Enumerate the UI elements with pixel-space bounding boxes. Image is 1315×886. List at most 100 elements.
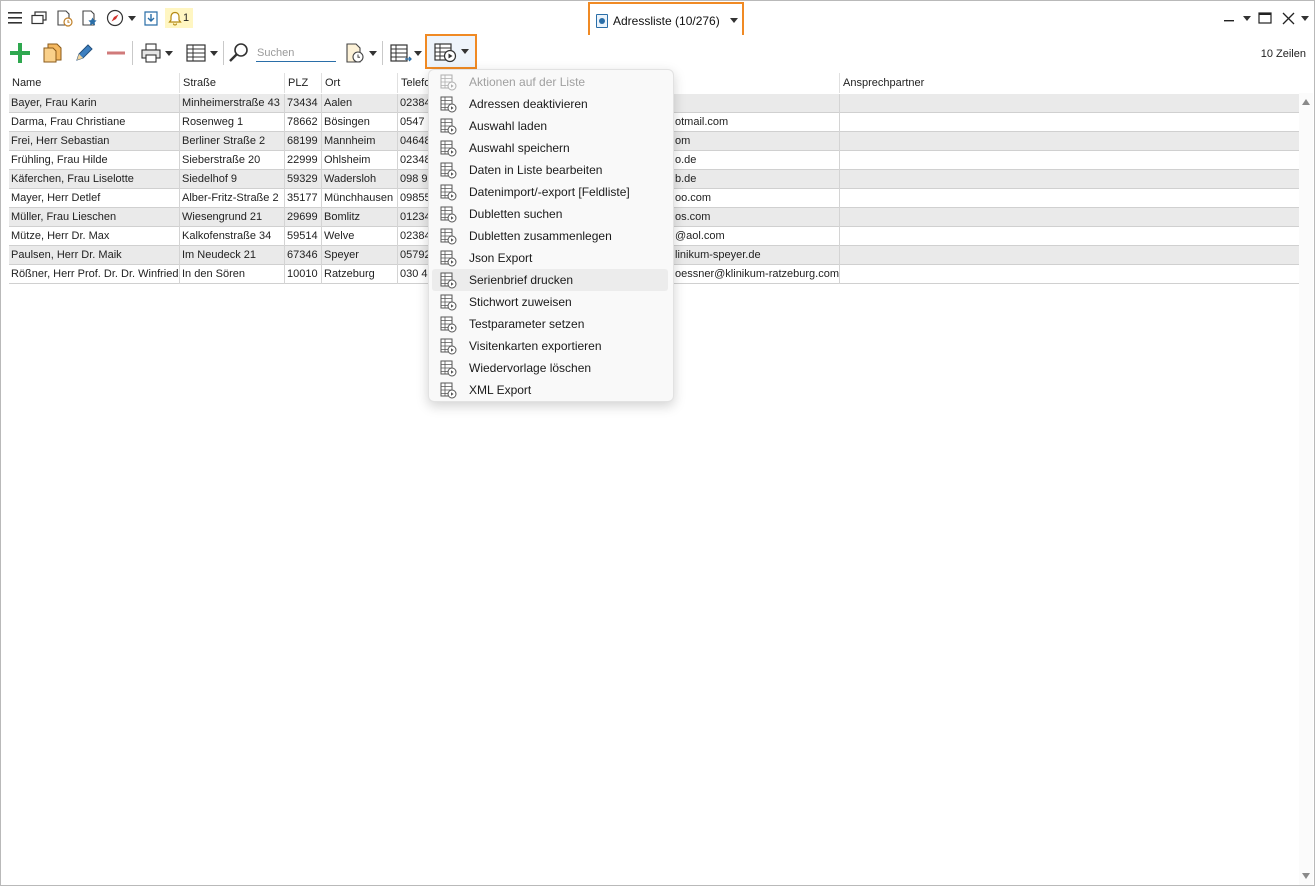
minimize-button[interactable]	[1224, 7, 1234, 25]
cell-strasse: Alber-Fritz-Straße 2	[180, 189, 285, 208]
cell-ort: Ratzeburg	[322, 265, 398, 284]
table-action-icon	[440, 272, 457, 289]
menu-item-aktionen-auf-der-liste: Aktionen auf der Liste	[432, 71, 668, 93]
copy-button[interactable]	[39, 40, 65, 66]
address-list-icon	[596, 13, 608, 28]
chevron-down-icon	[729, 18, 738, 23]
menu-item-wiedervorlage-loeschen[interactable]: Wiedervorlage löschen	[432, 357, 668, 379]
recent-documents-icon[interactable]	[55, 9, 73, 27]
table-action-icon	[440, 140, 457, 157]
menu-item-xml-export[interactable]: XML Export	[432, 379, 668, 401]
menu-item-dubletten-zusammenlegen[interactable]: Dubletten zusammenlegen	[432, 225, 668, 247]
cell-ansprechpartner	[840, 113, 1299, 132]
cell-ort: Aalen	[322, 94, 398, 113]
edit-button[interactable]	[71, 40, 97, 66]
menu-item-label: Adressen deaktivieren	[469, 97, 588, 111]
cell-ort: Mannheim	[322, 132, 398, 151]
cell-ort: Welve	[322, 227, 398, 246]
list-selector-dropdown[interactable]: Adressliste (10/276)	[588, 2, 744, 39]
cell-ansprechpartner	[840, 94, 1299, 113]
menu-item-adressen-deaktivieren[interactable]: Adressen deaktivieren	[432, 93, 668, 115]
table-export-icon	[389, 44, 412, 62]
columns-dropdown-caret	[209, 50, 218, 56]
scroll-down-arrow-icon[interactable]	[1302, 873, 1310, 879]
cell-strasse: Wiesengrund 21	[180, 208, 285, 227]
menu-item-label: Datenimport/-export [Feldliste]	[469, 185, 630, 199]
cell-name: Bayer, Frau Karin	[9, 94, 180, 113]
maximize-button[interactable]	[1258, 9, 1272, 27]
close-icon	[1282, 12, 1295, 24]
menu-item-label: Stichwort zuweisen	[469, 295, 572, 309]
hamburger-menu-icon[interactable]	[6, 9, 24, 27]
printer-icon	[140, 43, 161, 63]
cell-ansprechpartner	[840, 170, 1299, 189]
column-header-strasse[interactable]: Straße	[180, 73, 285, 93]
reminder-button[interactable]	[341, 40, 379, 66]
menu-item-datenimport-export[interactable]: Datenimport/-export [Feldliste]	[432, 181, 668, 203]
cell-name: Frühling, Frau Hilde	[9, 151, 180, 170]
column-header-ort[interactable]: Ort	[322, 73, 398, 93]
window-title: Adressliste (10/276)	[613, 13, 720, 28]
export-list-button[interactable]	[387, 40, 423, 66]
cell-name: Paulsen, Herr Dr. Maik	[9, 246, 180, 265]
menu-item-testparameter-setzen[interactable]: Testparameter setzen	[432, 313, 668, 335]
cell-plz: 59329	[285, 170, 322, 189]
cell-ort: Bomlitz	[322, 208, 398, 227]
column-header-plz[interactable]: PLZ	[285, 73, 322, 93]
notifications-button[interactable]: 1	[165, 8, 193, 28]
toolbar	[1, 35, 1314, 71]
bookmark-download-icon[interactable]	[142, 9, 160, 27]
notification-count: 1	[183, 12, 190, 24]
menu-item-visitenkarten-exportieren[interactable]: Visitenkarten exportieren	[432, 335, 668, 357]
list-actions-button[interactable]	[425, 34, 477, 69]
cell-email: otmail.com	[671, 113, 840, 132]
cell-strasse: In den Sören	[180, 265, 285, 284]
cell-ansprechpartner	[840, 189, 1299, 208]
add-button[interactable]	[7, 40, 33, 66]
favorites-icon[interactable]	[80, 9, 98, 27]
menu-item-label: Dubletten zusammenlegen	[469, 229, 612, 243]
menu-item-serienbrief-drucken[interactable]: Serienbrief drucken	[432, 269, 668, 291]
vertical-scrollbar[interactable]	[1299, 93, 1313, 885]
print-button[interactable]	[137, 40, 175, 66]
cell-plz: 59514	[285, 227, 322, 246]
column-header-name[interactable]: Name	[9, 73, 180, 93]
cell-ort: Münchhausen	[322, 189, 398, 208]
table-action-icon	[440, 382, 457, 399]
remove-button[interactable]	[103, 40, 129, 66]
menu-item-daten-in-liste-bearbeiten[interactable]: Daten in Liste bearbeiten	[432, 159, 668, 181]
menu-item-stichwort-zuweisen[interactable]: Stichwort zuweisen	[432, 291, 668, 313]
cell-strasse: Siedelhof 9	[180, 170, 285, 189]
navigation-compass-icon[interactable]	[106, 9, 124, 27]
title-overflow-caret[interactable]	[1301, 9, 1309, 27]
navigation-dropdown-caret[interactable]	[128, 16, 136, 21]
menu-item-label: Json Export	[469, 251, 533, 265]
cell-email: linikum-speyer.de	[671, 246, 840, 265]
cell-name: Mütze, Herr Dr. Max	[9, 227, 180, 246]
menu-item-auswahl-laden[interactable]: Auswahl laden	[432, 115, 668, 137]
menu-item-auswahl-speichern[interactable]: Auswahl speichern	[432, 137, 668, 159]
close-button[interactable]	[1282, 9, 1295, 27]
cell-name: Darma, Frau Christiane	[9, 113, 180, 132]
cell-plz: 29699	[285, 208, 322, 227]
cell-plz: 10010	[285, 265, 322, 284]
cell-plz: 68199	[285, 132, 322, 151]
cell-ansprechpartner	[840, 151, 1299, 170]
windows-icon[interactable]	[30, 9, 48, 27]
search-input[interactable]	[256, 45, 336, 62]
cell-ansprechpartner	[840, 208, 1299, 227]
search-button[interactable]	[227, 40, 251, 66]
cell-email: om	[671, 132, 840, 151]
column-header-ansprechpartner[interactable]: Ansprechpartner	[840, 73, 1299, 93]
plus-icon	[10, 43, 30, 63]
print-dropdown-caret	[164, 50, 173, 56]
window-menu-caret[interactable]	[1243, 9, 1251, 27]
menu-item-dubletten-suchen[interactable]: Dubletten suchen	[432, 203, 668, 225]
menu-item-label: Auswahl laden	[469, 119, 548, 133]
cell-strasse: Kalkofenstraße 34	[180, 227, 285, 246]
menu-item-json-export[interactable]: Json Export	[432, 247, 668, 269]
scroll-up-arrow-icon[interactable]	[1302, 99, 1310, 105]
columns-button[interactable]	[182, 40, 220, 66]
cell-email: os.com	[671, 208, 840, 227]
cell-name: Mayer, Herr Detlef	[9, 189, 180, 208]
